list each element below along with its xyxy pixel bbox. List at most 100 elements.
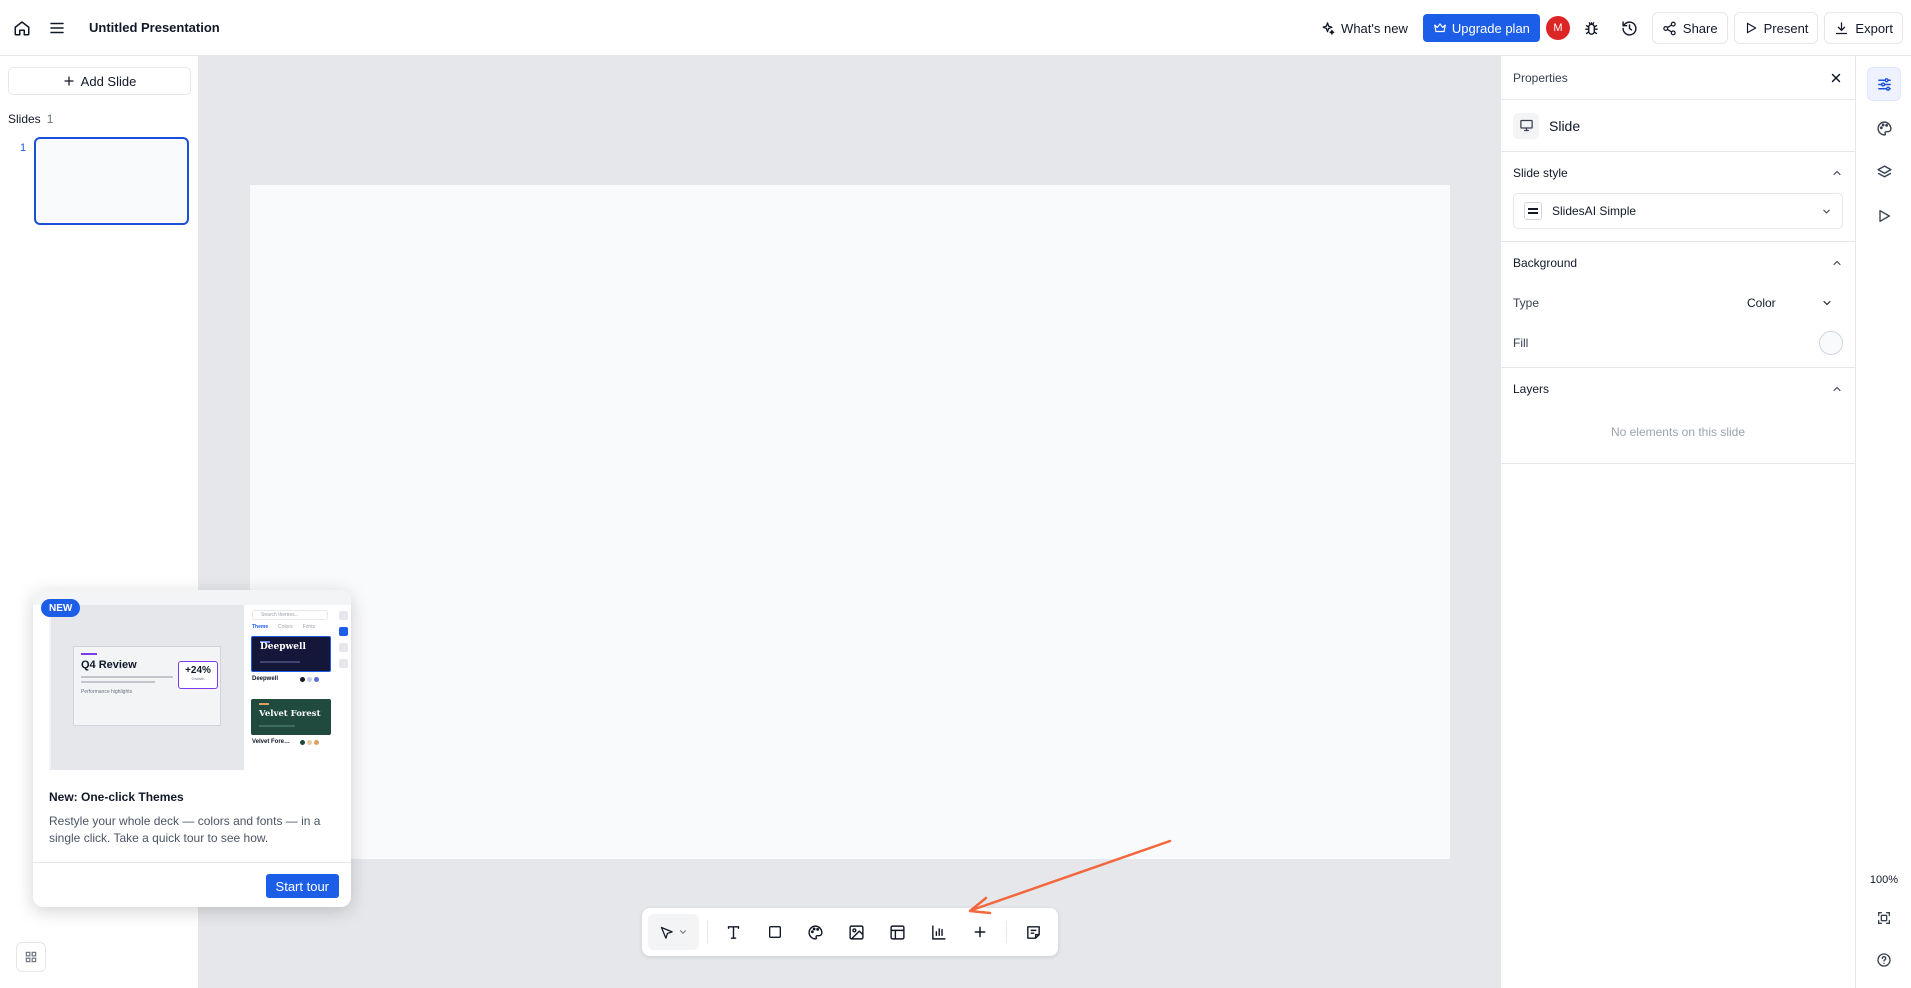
preview-card-subtitle: Performance highlights — [81, 689, 133, 695]
speaker-notes-tool[interactable] — [1015, 914, 1052, 950]
shape-tool[interactable] — [756, 914, 793, 950]
slide-canvas[interactable] — [249, 184, 1451, 860]
square-icon — [768, 926, 781, 938]
text-icon — [728, 925, 740, 939]
slide-style-section: Slide style SlidesAI Simple — [1501, 152, 1855, 242]
new-badge: NEW — [41, 599, 81, 617]
text-tool[interactable] — [716, 914, 753, 950]
user-avatar[interactable]: M — [1545, 16, 1570, 40]
properties-tab[interactable] — [1867, 67, 1901, 101]
grid-icon — [25, 951, 37, 963]
one-click-themes-popup: NEW Q4 Review Performance highlights +24… — [33, 590, 351, 907]
fit-screen-icon — [1878, 912, 1890, 924]
whats-new-button[interactable]: What's new — [1311, 12, 1417, 44]
properties-header: Properties — [1501, 56, 1855, 100]
slide-label: Slide — [1549, 117, 1581, 134]
slide-thumbnail[interactable] — [34, 137, 189, 225]
share-button[interactable]: Share — [1651, 12, 1728, 44]
chevron-up-icon — [1833, 386, 1841, 391]
popup-footer: Start tour — [33, 862, 351, 907]
add-element-tool[interactable] — [961, 914, 998, 950]
fit-to-screen-button[interactable] — [1867, 901, 1901, 935]
presentation-title[interactable]: Untitled Presentation — [89, 20, 220, 35]
present-button[interactable]: Present — [1733, 12, 1819, 44]
slides-heading: Slides 1 — [8, 112, 53, 126]
zoom-level[interactable]: 100% — [1856, 874, 1911, 886]
slide-style-select[interactable]: SlidesAI Simple — [1513, 193, 1843, 229]
background-section: Background Type Color Fill — [1501, 242, 1855, 368]
preview-theme-caption: Velvet Fore… — [252, 739, 291, 745]
table-icon — [890, 924, 905, 940]
slide-info-section: Slide — [1501, 100, 1855, 152]
editor-canvas — [199, 56, 1500, 988]
cursor-icon — [660, 926, 673, 939]
slide-style-header[interactable]: Slide style — [1513, 152, 1843, 193]
chevron-up-icon — [1833, 170, 1841, 175]
close-icon[interactable] — [1829, 71, 1843, 85]
sparkles-icon — [1322, 21, 1335, 35]
preview-theme-deepwell: Deepwell — [251, 636, 331, 672]
slides-heading-label: Slides — [8, 112, 41, 126]
chart-tool[interactable] — [920, 914, 957, 950]
plus-icon — [974, 926, 986, 938]
right-rail: 100% — [1855, 56, 1911, 988]
home-icon[interactable] — [11, 17, 33, 39]
table-tool[interactable] — [879, 914, 916, 950]
preview-search: Search themes... — [252, 610, 328, 620]
chevron-down-icon — [1823, 209, 1830, 214]
layers-section: Layers No elements on this slide — [1501, 368, 1855, 464]
preview-card-title: Q4 Review — [81, 659, 137, 671]
background-type-value: Color — [1747, 296, 1776, 310]
properties-panel: Properties Slide Slide style SlidesAI Si… — [1500, 56, 1855, 988]
style-swatch-icon — [1524, 202, 1542, 220]
theme-tab[interactable] — [1867, 111, 1901, 145]
image-icon — [849, 924, 864, 940]
insert-toolbar — [642, 908, 1058, 956]
preview-theme-sidebar: Search themes... Theme Colors Fonts Deep… — [244, 605, 336, 770]
preview-slide-card: Q4 Review Performance highlights +24% Gr… — [73, 646, 221, 726]
history-button[interactable] — [1614, 12, 1646, 44]
chevron-down-icon — [679, 930, 686, 934]
animations-tab[interactable] — [1867, 199, 1901, 233]
preview-edge-rail — [336, 605, 351, 770]
help-button[interactable] — [1867, 943, 1901, 977]
preview-tab: Theme — [252, 624, 269, 630]
theme-palette-tool[interactable] — [797, 914, 834, 950]
fill-color-swatch[interactable] — [1819, 331, 1843, 355]
properties-title: Properties — [1513, 70, 1568, 85]
slide-info-row: Slide — [1513, 100, 1843, 151]
layers-tab[interactable] — [1867, 155, 1901, 189]
select-tool[interactable] — [648, 914, 699, 950]
layers-header[interactable]: Layers — [1513, 368, 1843, 409]
share-icon — [1663, 21, 1676, 35]
toolbar-divider — [1006, 921, 1008, 943]
layers-icon — [1876, 164, 1892, 177]
plus-icon — [64, 76, 74, 86]
hamburger-menu-icon[interactable] — [46, 17, 68, 39]
background-type-label: Type — [1513, 296, 1540, 310]
play-icon — [1746, 22, 1756, 34]
present-label: Present — [1763, 20, 1809, 36]
upgrade-plan-button[interactable]: Upgrade plan — [1422, 14, 1540, 42]
image-tool[interactable] — [838, 914, 875, 950]
background-fill-label: Fill — [1513, 336, 1529, 350]
layers-heading: Layers — [1513, 381, 1550, 396]
help-icon — [1877, 953, 1891, 967]
preview-theme-name: Velvet Forest — [259, 709, 321, 719]
preview-theme-name: Deepwell — [260, 642, 306, 652]
background-type-select[interactable]: Color — [1723, 289, 1843, 317]
preview-color-dots — [300, 677, 319, 682]
background-header[interactable]: Background — [1513, 242, 1843, 283]
start-tour-button[interactable]: Start tour — [265, 874, 339, 898]
export-button[interactable]: Export — [1824, 12, 1903, 44]
slides-count: 1 — [46, 112, 54, 126]
sliders-icon — [1877, 77, 1891, 91]
grid-view-button[interactable] — [16, 942, 46, 972]
bug-report-button[interactable] — [1576, 12, 1608, 44]
bar-chart-icon — [932, 924, 946, 940]
add-slide-button[interactable]: Add Slide — [8, 67, 191, 95]
background-heading: Background — [1513, 255, 1578, 270]
crown-icon — [1434, 23, 1446, 33]
upgrade-plan-label: Upgrade plan — [1451, 20, 1530, 36]
top-bar: Untitled Presentation What's new Upgrade… — [0, 0, 1911, 56]
